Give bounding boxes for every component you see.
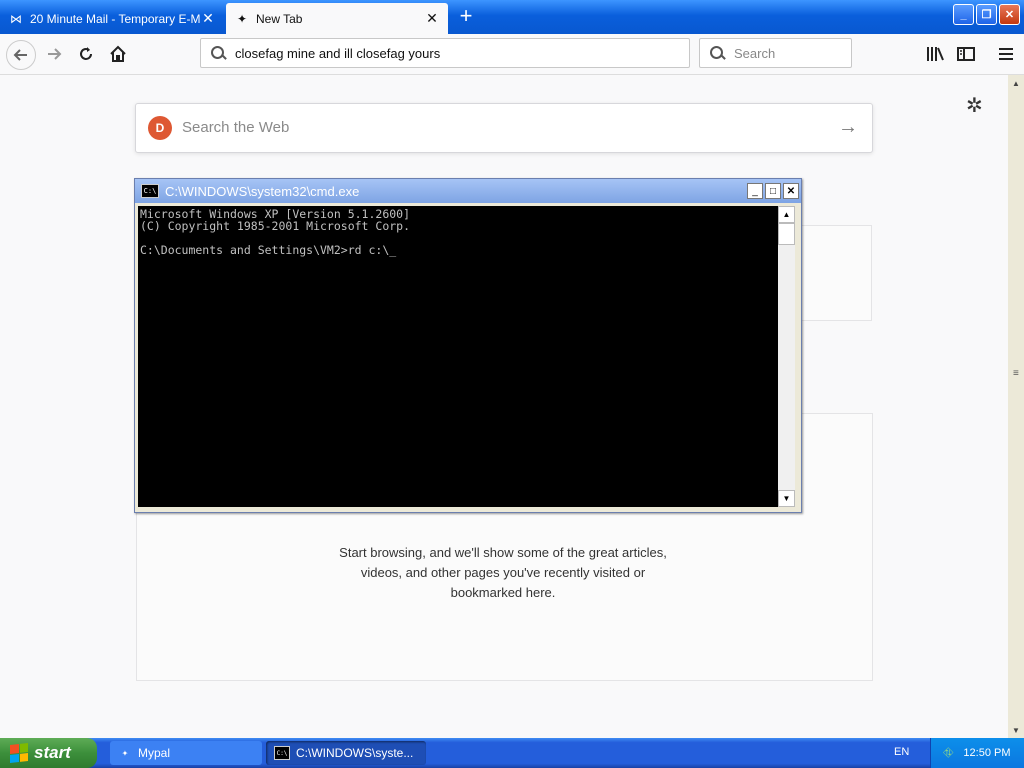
network-icon[interactable]: ⛗ xyxy=(943,745,953,761)
tab-new-tab[interactable]: ✦ New Tab ✕ xyxy=(226,3,448,34)
scroll-grip-icon[interactable]: ≡ xyxy=(1013,368,1019,379)
clock[interactable]: 12:50 PM xyxy=(963,747,1010,759)
hamburger-menu-icon xyxy=(999,48,1013,60)
web-search-box[interactable]: D Search the Web → xyxy=(135,103,873,153)
cmd-prompt-line: C:\Documents and Settings\VM2>rd c:\_ xyxy=(140,243,397,257)
scroll-up-arrow-icon[interactable]: ▲ xyxy=(778,206,795,223)
cmd-icon: C:\ xyxy=(141,184,159,198)
windows-logo-icon xyxy=(10,743,28,763)
web-search-placeholder: Search the Web xyxy=(182,119,290,136)
sidebar-icon xyxy=(957,47,975,61)
minimize-button[interactable]: _ xyxy=(953,4,974,25)
window-controls: _ ❐ ✕ xyxy=(953,4,1020,25)
forward-arrow-icon xyxy=(48,48,62,60)
search-box[interactable]: Search xyxy=(699,38,852,68)
cmd-output: Microsoft Windows XP [Version 5.1.2600](… xyxy=(140,208,410,256)
cmd-icon: C:\ xyxy=(274,746,290,760)
page-scrollbar[interactable]: ▲ ≡ ▼ xyxy=(1008,75,1024,738)
back-arrow-icon xyxy=(13,49,27,61)
tab-title: 20 Minute Mail - Temporary E-Mail xyxy=(30,11,200,26)
search-icon xyxy=(710,46,724,60)
navigation-toolbar: closefag mine and ill closefag yours Sea… xyxy=(0,34,1024,75)
close-tab-icon[interactable]: ✕ xyxy=(424,10,440,27)
forward-button[interactable] xyxy=(40,40,68,68)
task-label: C:\WINDOWS\syste... xyxy=(296,746,414,760)
start-label: start xyxy=(34,743,71,762)
scroll-down-arrow-icon[interactable]: ▼ xyxy=(1008,722,1024,738)
library-icon xyxy=(927,47,944,61)
empty-highlights-message: Start browsing, and we'll show some of t… xyxy=(339,545,667,600)
cmd-console[interactable]: Microsoft Windows XP [Version 5.1.2600](… xyxy=(138,206,778,507)
tab-strip: ⋈ 20 Minute Mail - Temporary E-Mail ✕ ✦ … xyxy=(0,0,1024,34)
cmd-title: C:\WINDOWS\system32\cmd.exe xyxy=(165,183,360,199)
close-window-button[interactable]: ✕ xyxy=(999,4,1020,25)
language-indicator[interactable]: EN xyxy=(894,746,909,758)
reload-icon xyxy=(80,47,92,60)
mypal-icon: ✦ xyxy=(121,748,129,758)
cmd-window[interactable]: C:\ C:\WINDOWS\system32\cmd.exe _ □ ✕ Mi… xyxy=(134,178,802,513)
cmd-minimize-button[interactable]: _ xyxy=(747,183,763,199)
search-placeholder: Search xyxy=(734,45,776,61)
mypal-icon: ✦ xyxy=(236,11,248,26)
search-go-arrow-icon[interactable]: → xyxy=(838,116,858,139)
url-bar[interactable]: closefag mine and ill closefag yours xyxy=(200,38,690,68)
start-button[interactable]: start xyxy=(0,738,97,768)
home-button[interactable] xyxy=(104,40,132,68)
search-icon xyxy=(211,46,225,60)
cmd-close-button[interactable]: ✕ xyxy=(783,183,799,199)
bow-tie-icon: ⋈ xyxy=(10,11,22,26)
home-icon xyxy=(110,45,126,62)
taskbar-item-mypal[interactable]: ✦ Mypal xyxy=(110,741,262,765)
gear-icon[interactable]: ✲ xyxy=(966,93,983,118)
duckduckgo-icon: D xyxy=(148,116,172,140)
url-text: closefag mine and ill closefag yours xyxy=(235,45,441,61)
new-tab-button[interactable]: + xyxy=(454,5,478,29)
restore-button[interactable]: ❐ xyxy=(976,4,997,25)
close-tab-icon[interactable]: ✕ xyxy=(200,10,216,27)
library-button[interactable] xyxy=(921,40,949,68)
taskbar: start ✦ Mypal C:\ C:\WINDOWS\syste... EN… xyxy=(0,738,1024,768)
cmd-titlebar[interactable]: C:\ C:\WINDOWS\system32\cmd.exe _ □ ✕ xyxy=(135,179,801,203)
cmd-scrollbar[interactable]: ▲ ▼ xyxy=(778,206,795,507)
scroll-down-arrow-icon[interactable]: ▼ xyxy=(778,490,795,507)
topsites-panel xyxy=(800,225,872,321)
task-label: Mypal xyxy=(138,746,171,760)
back-button[interactable] xyxy=(6,40,36,70)
tab-title: New Tab xyxy=(256,11,303,26)
tab-20-minute-mail[interactable]: ⋈ 20 Minute Mail - Temporary E-Mail ✕ xyxy=(0,3,224,34)
scroll-thumb[interactable] xyxy=(778,223,795,245)
taskbar-item-cmd[interactable]: C:\ C:\WINDOWS\syste... xyxy=(266,741,426,765)
reload-button[interactable] xyxy=(72,40,100,68)
sidebar-button[interactable] xyxy=(952,40,980,68)
cmd-line: (C) Copyright 1985-2001 Microsoft Corp. xyxy=(140,219,411,233)
scroll-up-arrow-icon[interactable]: ▲ xyxy=(1008,75,1024,91)
system-tray: ⛗ 12:50 PM xyxy=(930,738,1024,768)
cmd-maximize-button[interactable]: □ xyxy=(765,183,781,199)
menu-button[interactable] xyxy=(992,40,1020,68)
